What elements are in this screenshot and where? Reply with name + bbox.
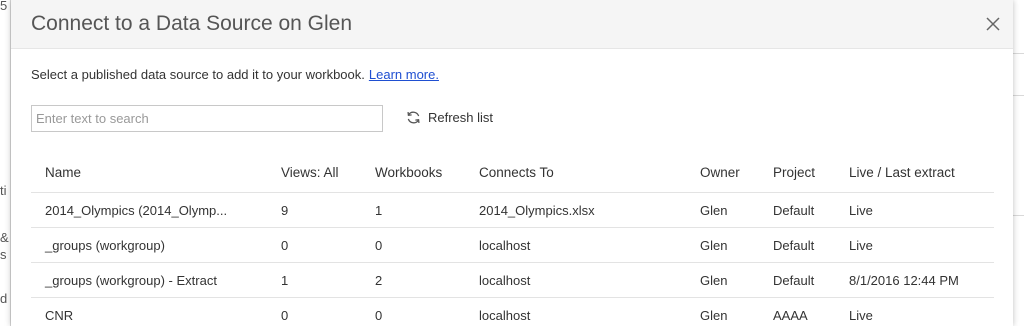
column-header-views[interactable]: Views: All xyxy=(267,152,361,193)
cell-connects-to: localhost xyxy=(465,227,686,263)
cell-workbooks: 0 xyxy=(361,227,465,263)
background-left-strip: 5 ti & s d xyxy=(0,0,11,326)
background-char: ti xyxy=(0,183,7,198)
learn-more-link[interactable]: Learn more. xyxy=(369,67,439,82)
column-header-connects-to[interactable]: Connects To xyxy=(465,152,686,193)
cell-views: 0 xyxy=(267,227,361,263)
cell-views: 0 xyxy=(267,297,361,326)
background-char: 5 xyxy=(0,0,8,13)
data-source-table: Name Views: All Workbooks Connects To Ow… xyxy=(31,152,994,326)
search-input[interactable] xyxy=(31,105,383,132)
cell-name: _groups (workgroup) xyxy=(31,227,267,263)
table-row[interactable]: 2014_Olympics (2014_Olymp... 9 1 2014_Ol… xyxy=(31,192,994,228)
cell-name: CNR xyxy=(31,297,267,326)
refresh-list-label: Refresh list xyxy=(428,110,494,125)
table-row[interactable]: _groups (workgroup) - Extract 1 2 localh… xyxy=(31,262,994,298)
cell-connects-to: 2014_Olympics.xlsx xyxy=(465,192,686,228)
cell-connects-to: localhost xyxy=(465,262,686,298)
cell-workbooks: 2 xyxy=(361,262,465,298)
cell-owner: Glen xyxy=(686,192,759,228)
intro-text: Select a published data source to add it… xyxy=(31,67,365,82)
intro-text-line: Select a published data source to add it… xyxy=(31,67,439,82)
cell-name: 2014_Olympics (2014_Olymp... xyxy=(31,192,267,228)
cell-views: 9 xyxy=(267,192,361,228)
column-header-name[interactable]: Name xyxy=(31,152,267,193)
background-char: s xyxy=(0,247,7,262)
cell-project: AAAA xyxy=(759,297,835,326)
cell-workbooks: 1 xyxy=(361,192,465,228)
dialog-title: Connect to a Data Source on Glen xyxy=(31,12,353,35)
column-header-workbooks[interactable]: Workbooks xyxy=(361,152,465,193)
cell-owner: Glen xyxy=(686,227,759,263)
table-header-row: Name Views: All Workbooks Connects To Ow… xyxy=(31,152,994,193)
background-right-strip xyxy=(1012,0,1024,326)
table-row[interactable]: CNR 0 0 localhost Glen AAAA Live xyxy=(31,297,994,326)
cell-owner: Glen xyxy=(686,262,759,298)
dialog-header: Connect to a Data Source on Glen xyxy=(11,0,1013,49)
cell-connects-to: localhost xyxy=(465,297,686,326)
connect-data-source-dialog: Connect to a Data Source on Glen Select … xyxy=(11,0,1013,326)
background-char: d xyxy=(0,291,8,306)
close-button[interactable] xyxy=(981,12,1005,36)
background-char: & xyxy=(0,230,9,245)
refresh-list-button[interactable]: Refresh list xyxy=(406,110,493,125)
cell-live-last-extract: Live xyxy=(835,297,994,326)
divider xyxy=(1013,53,1024,54)
table-row[interactable]: _groups (workgroup) 0 0 localhost Glen D… xyxy=(31,227,994,263)
cell-project: Default xyxy=(759,192,835,228)
cell-owner: Glen xyxy=(686,297,759,326)
cell-live-last-extract: 8/1/2016 12:44 PM xyxy=(835,262,994,298)
divider xyxy=(1013,215,1024,216)
close-icon xyxy=(986,17,1000,31)
column-header-owner[interactable]: Owner xyxy=(686,152,759,193)
cell-live-last-extract: Live xyxy=(835,227,994,263)
cell-project: Default xyxy=(759,262,835,298)
cell-views: 1 xyxy=(267,262,361,298)
cell-live-last-extract: Live xyxy=(835,192,994,228)
cell-project: Default xyxy=(759,227,835,263)
column-header-live-last-extract[interactable]: Live / Last extract xyxy=(835,152,994,193)
divider xyxy=(1013,95,1024,96)
cell-name: _groups (workgroup) - Extract xyxy=(31,262,267,298)
column-header-project[interactable]: Project xyxy=(759,152,835,193)
cell-workbooks: 0 xyxy=(361,297,465,326)
refresh-icon xyxy=(407,111,420,124)
